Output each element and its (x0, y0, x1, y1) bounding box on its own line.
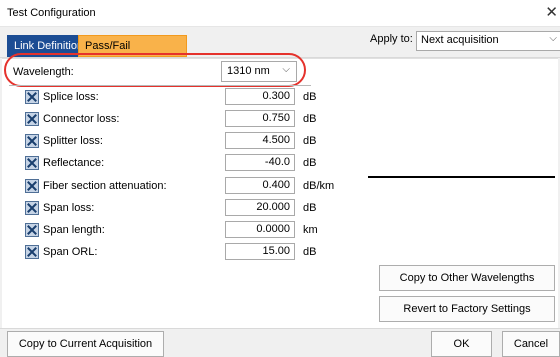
title-bar: Test Configuration ✕ (0, 0, 560, 27)
threshold-row-span-loss: Span loss: 20.000 dB (0, 198, 400, 220)
threshold-row-fiber-attenuation: Fiber section attenuation: 0.400 dB/km (0, 176, 400, 198)
span-length-unit: km (303, 224, 318, 236)
connector-loss-checkbox[interactable] (25, 112, 39, 126)
reflectance-label: Reflectance: (43, 157, 105, 169)
fiber-attenuation-label: Fiber section attenuation: (43, 180, 167, 192)
splice-loss-unit: dB (303, 91, 317, 103)
span-orl-label: Span ORL: (43, 246, 98, 258)
window-title: Test Configuration (7, 7, 96, 19)
span-loss-checkbox[interactable] (25, 201, 39, 215)
threshold-row-span-length: Span length: 0.0000 km (0, 220, 400, 242)
span-length-checkbox[interactable] (25, 223, 39, 237)
span-orl-input[interactable]: 15.00 (225, 243, 295, 260)
cancel-button[interactable]: Cancel (502, 331, 560, 357)
reflectance-checkbox[interactable] (25, 156, 39, 170)
close-icon[interactable]: ✕ (545, 3, 558, 21)
threshold-row-connector-loss: Connector loss: 0.750 dB (0, 109, 400, 131)
ok-button[interactable]: OK (431, 331, 492, 357)
span-orl-checkbox[interactable] (25, 245, 39, 259)
span-length-label: Span length: (43, 224, 105, 236)
span-loss-unit: dB (303, 202, 317, 214)
apply-to-value: Next acquisition (421, 34, 499, 46)
reflectance-input[interactable]: -40.0 (225, 154, 295, 171)
fiber-attenuation-checkbox[interactable] (25, 179, 39, 193)
splitter-loss-checkbox[interactable] (25, 134, 39, 148)
splitter-loss-unit: dB (303, 135, 317, 147)
connector-loss-unit: dB (303, 113, 317, 125)
divider (9, 85, 311, 86)
connector-loss-label: Connector loss: (43, 113, 120, 125)
reflectance-unit: dB (303, 157, 317, 169)
chevron-down-icon: ⌵ (549, 33, 557, 44)
fiber-attenuation-input[interactable]: 0.400 (225, 177, 295, 194)
connector-loss-input[interactable]: 0.750 (225, 110, 295, 127)
apply-to-select[interactable]: Next acquisition ⌵ (416, 31, 560, 51)
span-orl-unit: dB (303, 246, 317, 258)
splice-loss-input[interactable]: 0.300 (225, 88, 295, 105)
revert-to-factory-settings-button[interactable]: Revert to Factory Settings (379, 296, 555, 322)
fiber-attenuation-unit: dB/km (303, 180, 335, 192)
wavelength-value: 1310 nm (227, 65, 270, 77)
annotation-line (368, 176, 555, 178)
threshold-row-splice-loss: Splice loss: 0.300 dB (0, 87, 400, 109)
span-loss-input[interactable]: 20.000 (225, 199, 295, 216)
copy-to-other-wavelengths-button[interactable]: Copy to Other Wavelengths (379, 265, 555, 291)
copy-to-current-acquisition-button[interactable]: Copy to Current Acquisition (7, 331, 164, 357)
wavelength-label: Wavelength: (13, 66, 74, 78)
wavelength-select[interactable]: 1310 nm ⌵ (221, 61, 297, 82)
span-length-input[interactable]: 0.0000 (225, 221, 295, 238)
splice-loss-checkbox[interactable] (25, 90, 39, 104)
threshold-row-splitter-loss: Splitter loss: 4.500 dB (0, 131, 400, 153)
span-loss-label: Span loss: (43, 202, 95, 214)
footer-divider (0, 328, 560, 329)
threshold-row-reflectance: Reflectance: -40.0 dB (0, 153, 400, 175)
splitter-loss-input[interactable]: 4.500 (225, 132, 295, 149)
chevron-down-icon: ⌵ (282, 64, 290, 75)
apply-to-label: Apply to: (370, 33, 413, 45)
splitter-loss-label: Splitter loss: (43, 135, 103, 147)
splice-loss-label: Splice loss: (43, 91, 99, 103)
threshold-row-span-orl: Span ORL: 15.00 dB (0, 242, 400, 264)
